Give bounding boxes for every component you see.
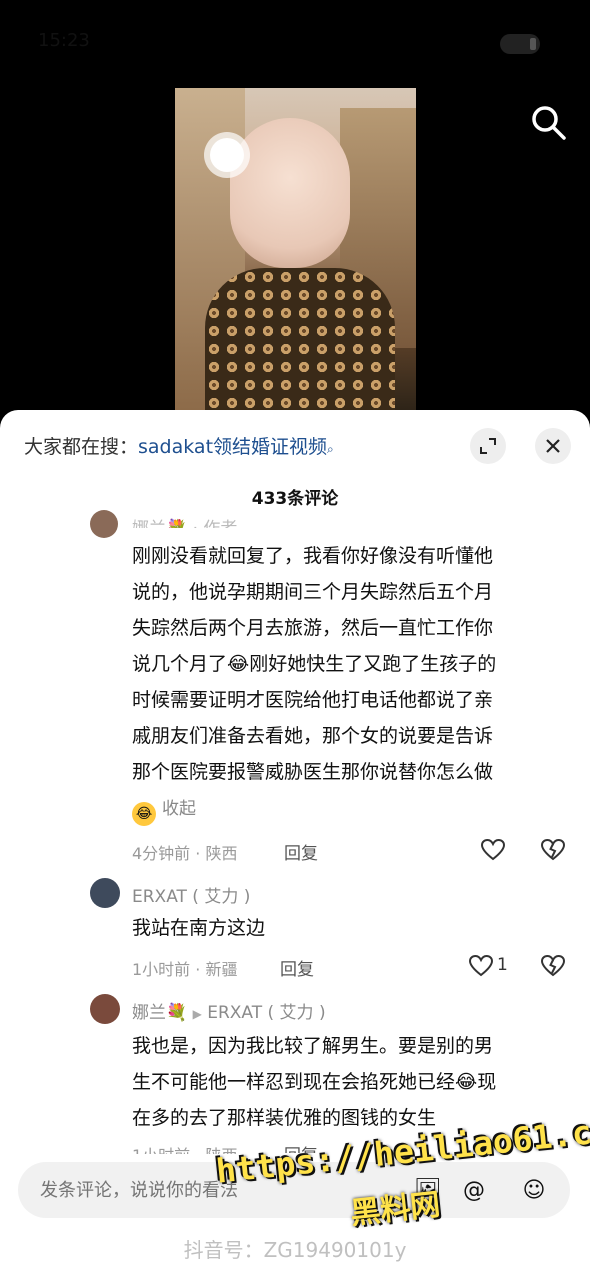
- collapse-row[interactable]: 😂 收起: [132, 790, 496, 827]
- hair-flower: [210, 138, 244, 172]
- comment-author[interactable]: 娜兰💐 ▶ ERXAT ( 艾力 ): [132, 998, 326, 1023]
- comment-meta: 1小时前 · 新疆: [132, 960, 238, 979]
- reply-button[interactable]: 回复: [284, 839, 318, 864]
- close-button[interactable]: [535, 428, 571, 464]
- search-small-icon: ⌕: [327, 442, 334, 456]
- like-heart-icon[interactable]: [480, 837, 506, 863]
- dislike-heart-icon[interactable]: [540, 953, 566, 979]
- comment-text: 刚刚没看就回复了，我看你好像没有听懂他 说的，他说孕期期间三个月失踪然后五个月 …: [132, 538, 496, 827]
- video-area[interactable]: 15:23: [0, 0, 590, 420]
- suggest-prefix: 大家都在搜：: [24, 436, 139, 458]
- comment-meta: 4分钟前 · 陕西: [132, 844, 238, 863]
- suggest-query[interactable]: sadakat领结婚证视频: [138, 436, 327, 458]
- douyin-id-watermark: 抖音号：ZG19490101y: [183, 1238, 407, 1262]
- expand-button[interactable]: [470, 428, 506, 464]
- avatar[interactable]: [90, 510, 118, 538]
- expand-icon: [480, 438, 496, 454]
- comment-line: 戚朋友们准备去看她，那个女的说要是告诉: [132, 725, 494, 747]
- author-name[interactable]: 娜兰💐: [132, 1003, 187, 1023]
- comment-line: 时候需要证明才医院给他打电话他都说了亲: [132, 689, 494, 711]
- emoji-icon[interactable]: ☺: [516, 1172, 552, 1208]
- site-name-overlay: 黑料网: [348, 1187, 442, 1232]
- like-heart-icon[interactable]: [468, 953, 494, 979]
- video-thumbnail[interactable]: [175, 88, 416, 410]
- search-suggestion[interactable]: 大家都在搜：sadakat领结婚证视频⌕: [24, 432, 334, 459]
- face: [230, 118, 350, 268]
- comment-line: 说几个月了😂刚好她快生了又跑了生孩子的: [132, 653, 497, 675]
- search-icon[interactable]: [528, 102, 568, 142]
- reply-to-name[interactable]: ERXAT ( 艾力 ): [207, 1003, 325, 1023]
- collapse-link[interactable]: 收起: [162, 799, 196, 819]
- status-time: 15:23: [38, 30, 90, 51]
- avatar[interactable]: [90, 994, 120, 1024]
- comment-count: 433条评论: [251, 489, 339, 509]
- comment-line: 刚刚没看就回复了，我看你好像没有听懂他: [132, 545, 494, 567]
- comment-author[interactable]: 娜兰💐 · 作者: [132, 514, 237, 528]
- comment-line: 我也是，因为我比较了解男生。要是别的男: [132, 1035, 494, 1057]
- reply-arrow-icon: ▶: [192, 1007, 202, 1021]
- dislike-heart-icon[interactable]: [540, 837, 566, 863]
- comment-line: 失踪然后两个月去旅游，然后一直忙工作你: [132, 617, 494, 639]
- comment-line: 说的，他说孕期期间三个月失踪然后五个月: [132, 581, 494, 603]
- laugh-cry-emoji-icon: 😂: [132, 802, 156, 826]
- comment-text: 我也是，因为我比较了解男生。要是别的男 生不可能他一样忍到现在会掐死她已经😂现 …: [132, 1028, 496, 1136]
- comment-line: 生不可能他一样忍到现在会掐死她已经😂现: [132, 1071, 497, 1093]
- comment-author[interactable]: ERXAT ( 艾力 ): [132, 882, 250, 907]
- battery-icon: [500, 34, 540, 54]
- at-icon[interactable]: @: [456, 1172, 492, 1208]
- like-count: 1: [497, 955, 508, 975]
- shirt: [205, 268, 395, 410]
- comment-text: 我站在南方这边: [132, 917, 266, 939]
- close-icon: [546, 439, 560, 453]
- avatar[interactable]: [90, 878, 120, 908]
- reply-button[interactable]: 回复: [280, 955, 314, 980]
- comment-line: 那个医院要报警威胁医生那你说替你怎么做: [132, 761, 494, 783]
